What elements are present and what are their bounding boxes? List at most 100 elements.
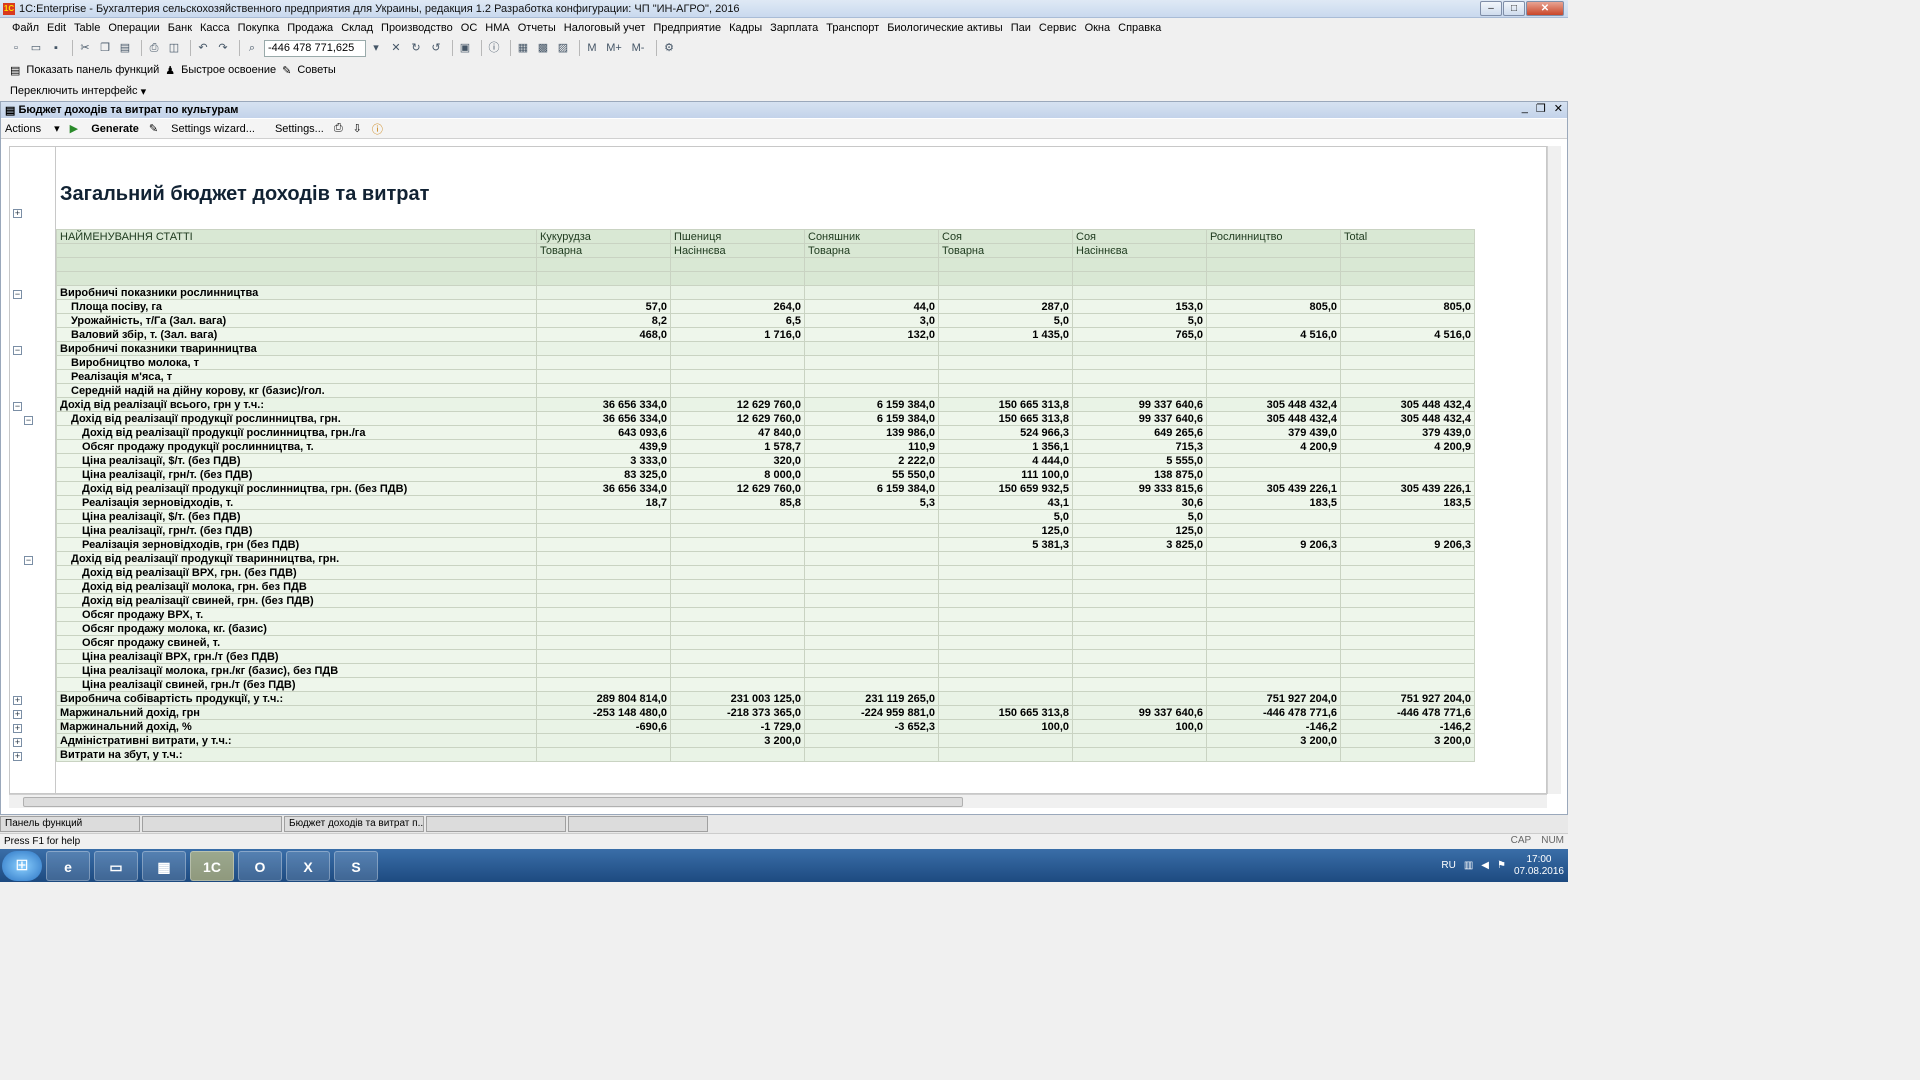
ie-icon[interactable]: e — [46, 850, 90, 881]
flag-icon[interactable]: ⚑ — [1497, 860, 1506, 871]
find-icon[interactable]: ⌕ — [244, 40, 260, 56]
actions-menu[interactable]: Actions ▾ — [5, 122, 60, 135]
table-row[interactable]: Дохід від реалізації продукції тваринниц… — [56, 551, 1475, 566]
open-icon[interactable]: ▭ — [28, 40, 44, 56]
table-row[interactable]: Обсяг продажу свиней, т. — [56, 635, 1475, 650]
table-row[interactable]: Виробничі показники рослинництва — [56, 285, 1475, 300]
window-tab[interactable] — [142, 816, 282, 832]
copy-icon[interactable]: ❐ — [97, 40, 113, 56]
horizontal-scroll-thumb[interactable] — [23, 797, 963, 807]
vertical-scrollbar[interactable] — [1547, 146, 1561, 794]
menu-item[interactable]: Зарплата — [770, 22, 818, 34]
clock[interactable]: 17:00 07.08.2016 — [1514, 854, 1564, 878]
table-row[interactable]: Середній надій на дійну корову, кг (бази… — [56, 383, 1475, 398]
window-tab[interactable] — [568, 816, 708, 832]
collapse-group-icon[interactable]: − — [24, 415, 33, 425]
table-row[interactable]: Ціна реалізації, $/т. (без ПДВ) 3 333,0 32… — [56, 453, 1475, 468]
expand-group-icon[interactable]: + — [13, 723, 22, 733]
collapse-group-icon[interactable]: − — [13, 345, 22, 355]
window-tab[interactable] — [426, 816, 566, 832]
table-row[interactable]: Ціна реалізації молока, грн./кг (базис),… — [56, 663, 1475, 678]
window-tab[interactable]: Бюджет доходів та витрат п... — [284, 816, 424, 832]
calculator-field[interactable] — [264, 39, 366, 57]
tools-icon[interactable]: ⚙ — [661, 40, 677, 56]
info-icon[interactable]: ⓘ — [486, 40, 502, 56]
table-row[interactable]: Ціна реалізації, грн/т. (без ПДВ) 83 325,… — [56, 467, 1475, 482]
calculator-app-icon[interactable]: ▦ — [142, 850, 186, 881]
calendar2-icon[interactable]: ▩ — [535, 40, 551, 56]
table-row[interactable]: Ціна реалізації, $/т. (без ПДВ) 5,0 5,0 — [56, 509, 1475, 524]
menu-item[interactable]: Справка — [1118, 22, 1161, 34]
table-row[interactable]: Ціна реалізації ВРХ, грн./т (без ПДВ) — [56, 649, 1475, 664]
collapse-group-icon[interactable]: − — [13, 401, 22, 411]
table-row[interactable]: Адміністративні витрати, у т.ч.: 3 200,0 3… — [56, 733, 1475, 748]
excel-icon[interactable]: X — [286, 850, 330, 881]
collapse-group-icon[interactable]: − — [24, 555, 33, 565]
horizontal-scrollbar[interactable] — [9, 794, 1547, 808]
chevron-down-icon[interactable]: ▾ — [368, 40, 384, 56]
undo-icon[interactable]: ↶ — [195, 40, 211, 56]
memory-plus-button[interactable]: M+ — [604, 40, 624, 56]
maximize-button[interactable]: □ — [1503, 1, 1525, 16]
menu-item[interactable]: Предприятие — [653, 22, 721, 34]
expand-group-icon[interactable]: + — [13, 695, 22, 705]
save-icon[interactable]: ▪ — [48, 40, 64, 56]
menu-item[interactable]: Паи — [1011, 22, 1031, 34]
volume-icon[interactable]: ◀ — [1481, 860, 1489, 871]
menu-item[interactable]: НМА — [485, 22, 509, 34]
1c-app-icon[interactable]: 1C — [190, 850, 234, 881]
menu-item[interactable]: Биологические активы — [887, 22, 1003, 34]
collapse-group-icon[interactable]: − — [13, 289, 22, 299]
tips-button[interactable]: Советы — [297, 64, 335, 76]
show-functions-button[interactable]: Показать панель функций — [26, 64, 159, 76]
explorer-icon[interactable]: ▭ — [94, 850, 138, 881]
table-row[interactable]: Обсяг продажу молока, кг. (базис) — [56, 621, 1475, 636]
help-icon[interactable]: ⓘ — [372, 121, 383, 137]
new-icon[interactable]: ▫ — [8, 40, 24, 56]
search-prev-icon[interactable]: ↺ — [428, 40, 444, 56]
table-row[interactable]: Витрати на збут, у т.ч.: — [56, 747, 1475, 762]
table-row[interactable]: Реалізація зерновідходів, грн (без ПДВ) 5… — [56, 537, 1475, 552]
memory-button[interactable]: M — [584, 40, 600, 56]
spreadsheet[interactable]: − − − − − + + + + + + Загальний бюджет доходів та … — [9, 146, 1547, 794]
switch-interface-button[interactable]: Переключить интерфейс — [10, 85, 138, 97]
quick-start-button[interactable]: Быстрое освоение — [181, 64, 276, 76]
network-icon[interactable]: ▥ — [1464, 860, 1473, 871]
memory-minus-button[interactable]: M- — [628, 40, 648, 56]
doc-close-button[interactable]: ✕ — [1554, 102, 1563, 115]
menu-item[interactable]: ОС — [461, 22, 478, 34]
doc-minimize-button[interactable]: _ — [1522, 102, 1528, 115]
table-row[interactable]: Обсяг продажу ВРХ, т. — [56, 607, 1475, 622]
export-icon[interactable]: ⇩ — [353, 122, 362, 135]
start-button[interactable]: ⊞ — [2, 850, 42, 881]
menu-item[interactable]: Налоговый учет — [564, 22, 646, 34]
table-row[interactable]: Маржинальний дохід, грн -253 148 480,0 -21… — [56, 705, 1475, 720]
menu-item[interactable]: Операции — [108, 22, 159, 34]
settings-button[interactable]: Settings... — [275, 123, 324, 135]
menu-item[interactable]: Отчеты — [518, 22, 556, 34]
menu-item[interactable]: Покупка — [238, 22, 280, 34]
window-tab[interactable]: Панель функций — [0, 816, 140, 832]
table-row[interactable]: Ціна реалізації свиней, грн./т (без ПДВ) — [56, 677, 1475, 692]
table-row[interactable]: Виробнича собівартість продукції, у т.ч.… — [56, 691, 1475, 706]
skype-icon[interactable]: S — [334, 850, 378, 881]
search-next-icon[interactable]: ↻ — [408, 40, 424, 56]
menu-item[interactable]: Транспорт — [826, 22, 879, 34]
menu-item[interactable]: Продажа — [287, 22, 333, 34]
table-row[interactable]: Виробництво молока, т — [56, 355, 1475, 370]
table-row[interactable]: Виробничі показники тваринництва — [56, 341, 1475, 356]
table-row[interactable]: Урожайність, т/Га (Зал. вага) 8,2 6,5 3,0 5,… — [56, 313, 1475, 328]
redo-icon[interactable]: ↷ — [215, 40, 231, 56]
menu-item[interactable]: Производство — [381, 22, 453, 34]
doc-restore-button[interactable]: ❐ — [1536, 102, 1546, 115]
menu-item[interactable]: Файл — [12, 22, 39, 34]
table-row[interactable]: Реалізація зерновідходів, т. 18,7 85,8 5,3 4… — [56, 495, 1475, 510]
expand-group-icon[interactable]: + — [13, 751, 22, 761]
window-list-icon[interactable]: ▣ — [457, 40, 473, 56]
generate-button[interactable]: ▶ Generate — [70, 122, 139, 135]
paste-icon[interactable]: ▤ — [117, 40, 133, 56]
table-row[interactable]: Дохід від реалізації продукції рослинниц… — [56, 411, 1475, 426]
table-row[interactable]: Ціна реалізації, грн/т. (без ПДВ) 125,0 12… — [56, 523, 1475, 538]
close-button[interactable]: ✕ — [1526, 1, 1564, 16]
cut-icon[interactable]: ✂ — [77, 40, 93, 56]
